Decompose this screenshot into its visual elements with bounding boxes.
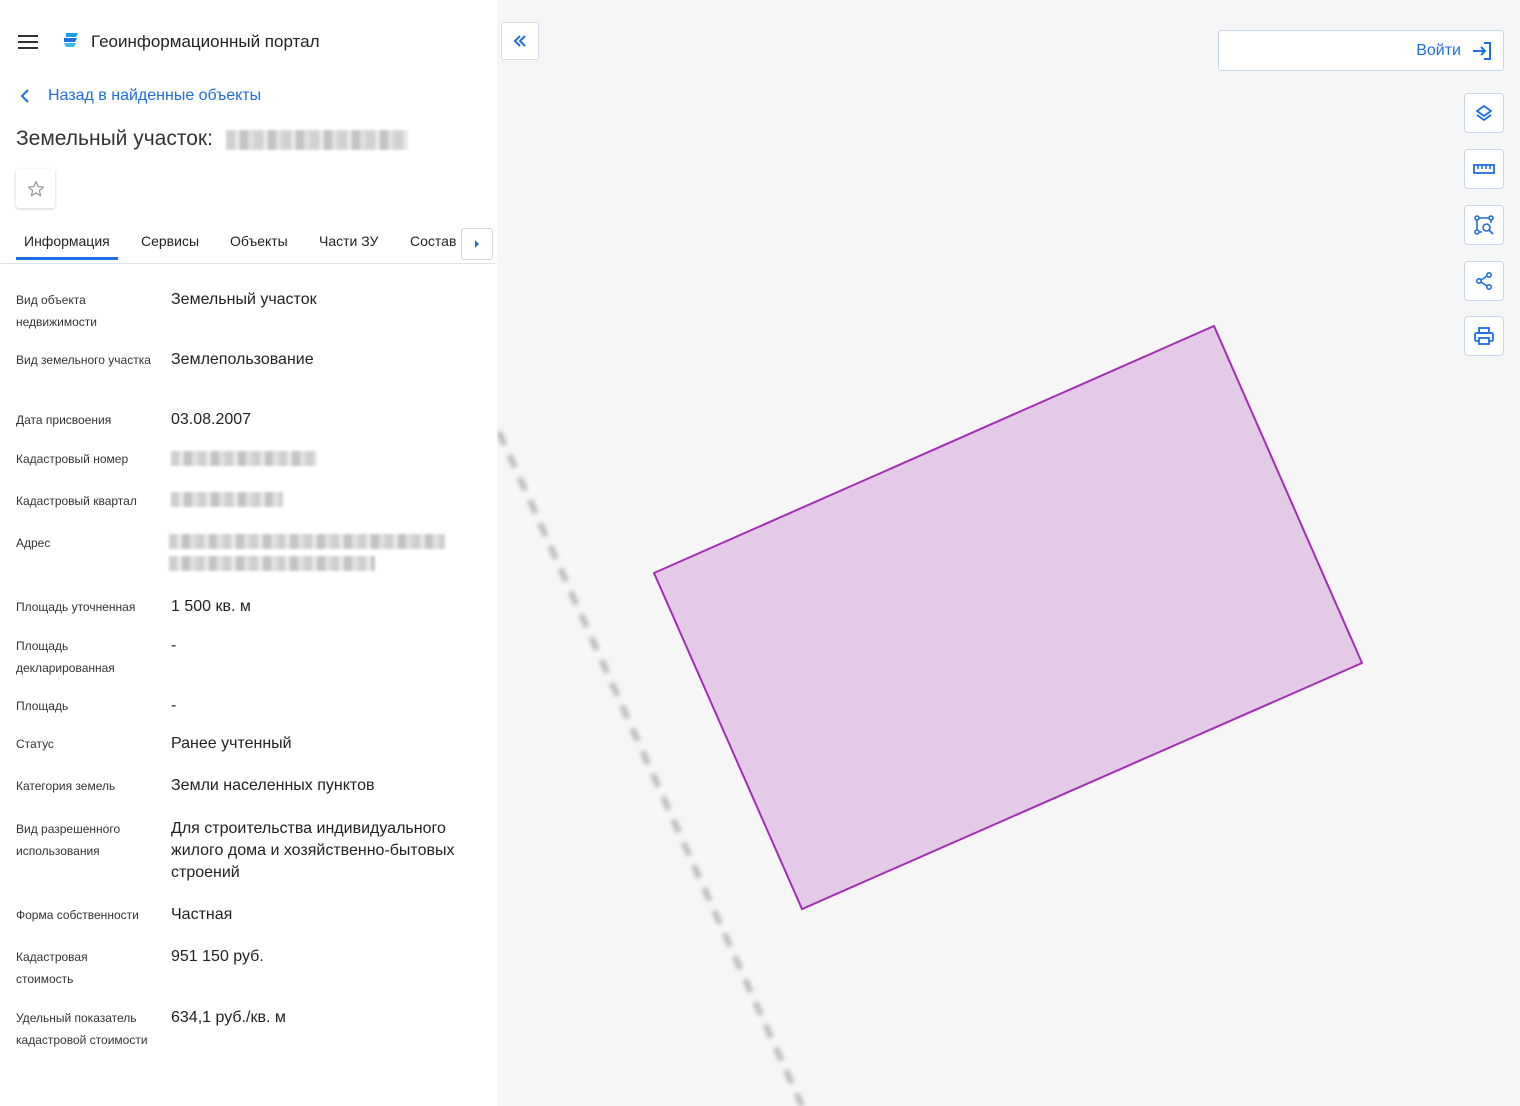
detail-label: Статус <box>16 737 54 751</box>
detail-label: Площадь уточненная <box>16 600 136 614</box>
back-link-label: Назад в найденные объекты <box>48 87 262 104</box>
tab-info[interactable]: Информация <box>16 233 118 260</box>
detail-label: Вид разрешенного использования <box>16 822 121 858</box>
info-panel: Геоинформационный портал Назад в найденн… <box>0 0 497 1106</box>
print-icon <box>1474 327 1494 345</box>
detail-value: - <box>171 637 177 654</box>
tab-services[interactable]: Сервисы <box>141 233 199 260</box>
detail-value: 634,1 руб./кв. м <box>171 1009 286 1026</box>
app-title: Геоинформационный портал <box>91 32 320 51</box>
ruler-icon <box>1473 164 1495 174</box>
detail-label: Площадь декларированная <box>16 639 115 675</box>
detail-value: Земли населенных пунктов <box>171 777 375 794</box>
detail-value: Для строительства индивидуального жилого… <box>171 820 455 881</box>
login-button[interactable]: Войти <box>1218 30 1504 71</box>
redacted-value <box>171 492 283 507</box>
area-search-icon <box>1474 215 1494 235</box>
layers-icon <box>1476 105 1492 121</box>
detail-label: Кадастровая стоимость <box>16 950 88 986</box>
detail-label: Удельный показатель кадастровой стоимост… <box>16 1011 148 1047</box>
detail-label: Дата присвоения <box>16 413 112 427</box>
detail-label: Форма собственности <box>16 908 139 922</box>
print-button[interactable] <box>1464 316 1504 356</box>
caret-right-icon <box>475 240 479 248</box>
share-icon <box>1475 271 1493 291</box>
portal-logo-icon <box>64 33 78 47</box>
double-chevron-left-icon <box>513 35 526 47</box>
measure-button[interactable] <box>1464 149 1504 189</box>
tab-objects[interactable]: Объекты <box>230 233 288 260</box>
layers-button[interactable] <box>1464 93 1504 133</box>
detail-value: Землепользование <box>171 351 314 368</box>
detail-label: Вид объекта недвижимости <box>16 293 97 329</box>
hamburger-icon[interactable] <box>18 34 38 50</box>
collapse-panel-button[interactable] <box>501 22 539 60</box>
tab-composition[interactable]: Состав <box>410 233 456 260</box>
detail-value: Ранее учтенный <box>171 735 292 752</box>
tab-parts[interactable]: Части ЗУ <box>319 233 378 260</box>
detail-value: Частная <box>171 906 233 923</box>
star-icon <box>27 180 44 196</box>
detail-label: Вид земельного участка <box>16 353 151 367</box>
redacted-cadastral-number <box>226 130 408 150</box>
back-to-results-link[interactable]: Назад в найденные объекты <box>18 87 261 105</box>
detail-value: 03.08.2007 <box>171 411 252 428</box>
detail-label: Кадастровый номер <box>16 452 129 466</box>
redacted-value <box>169 556 375 571</box>
login-icon <box>1473 41 1491 60</box>
detail-label: Площадь <box>16 699 69 713</box>
share-button[interactable] <box>1464 261 1504 301</box>
object-title: Земельный участок: <box>16 127 213 150</box>
tab-bar: Информация Сервисы Объекты Части ЗУ Сост… <box>0 223 497 264</box>
tabs-scroll-right-button[interactable] <box>461 228 493 260</box>
detail-value: 951 150 руб. <box>171 948 264 965</box>
detail-value: - <box>171 697 177 714</box>
login-label: Войти <box>1416 41 1461 59</box>
redacted-value <box>171 451 317 466</box>
area-search-button[interactable] <box>1464 205 1504 245</box>
map-canvas[interactable] <box>497 0 1520 1106</box>
map-view[interactable] <box>497 0 1520 1106</box>
chevron-left-icon <box>20 89 29 103</box>
detail-label: Кадастровый квартал <box>16 494 137 508</box>
detail-value: Земельный участок <box>171 291 317 308</box>
detail-value: 1 500 кв. м <box>171 598 251 615</box>
detail-label: Категория земель <box>16 779 116 793</box>
redacted-value <box>169 534 445 549</box>
favorite-button[interactable] <box>16 169 55 208</box>
detail-label: Адрес <box>16 536 51 550</box>
